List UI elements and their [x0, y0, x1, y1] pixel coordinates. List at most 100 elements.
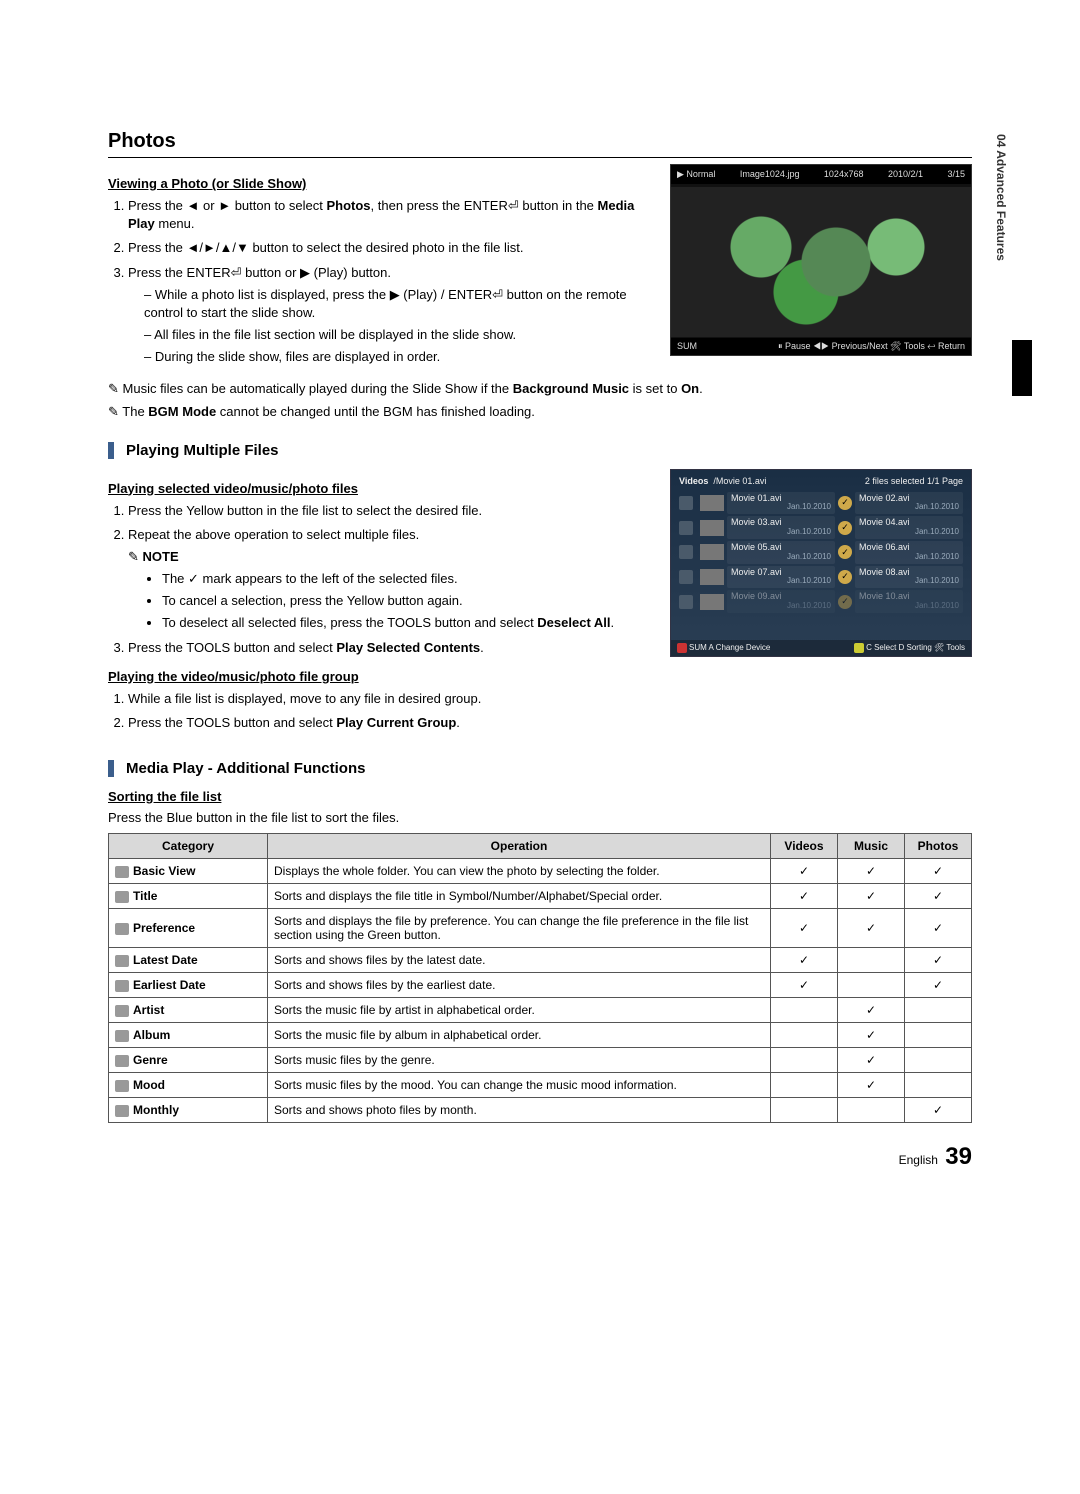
m-step-3: Press the TOOLS button and select Play S… — [128, 639, 650, 657]
list-item — [700, 594, 724, 610]
enter-icon: ⏎ — [231, 265, 242, 280]
table-row: Basic ViewDisplays the whole folder. You… — [109, 859, 972, 884]
ss2-foot-right: C Select D Sorting 🛠 Tools — [854, 643, 965, 653]
note-icon — [108, 404, 122, 419]
list-item: ✓ — [838, 570, 852, 584]
ss2-category: Videos — [679, 476, 708, 486]
step-3: Press the ENTER⏎ button or ▶ (Play) butt… — [128, 264, 650, 367]
steps-selected: Press the Yellow button in the file list… — [108, 502, 650, 657]
category-icon — [115, 891, 129, 903]
list-item: ✓ — [838, 545, 852, 559]
heading-multiple-files: Playing Multiple Files — [108, 442, 972, 459]
table-row: Latest DateSorts and shows files by the … — [109, 948, 972, 973]
list-item — [700, 544, 724, 560]
step-2: Press the ◄/►/▲/▼ button to select the d… — [128, 239, 650, 257]
list-item — [679, 570, 693, 584]
page-title: Photos — [108, 130, 972, 158]
table-row: AlbumSorts the music file by album in al… — [109, 1023, 972, 1048]
note-bullet-2: To cancel a selection, press the Yellow … — [162, 592, 650, 610]
table-row: MoodSorts music files by the mood. You c… — [109, 1073, 972, 1098]
note-icon — [108, 381, 123, 396]
sort-intro: Press the Blue button in the file list t… — [108, 810, 972, 825]
substep-2: All files in the file list section will … — [144, 326, 650, 344]
enter-icon: ⏎ — [508, 198, 519, 213]
g-step-2: Press the TOOLS button and select Play C… — [128, 714, 650, 732]
list-item: Movie 10.aviJan.10.2010 — [855, 590, 963, 613]
th-category: Category — [109, 834, 268, 859]
ss1-index: 3/15 — [947, 169, 965, 180]
table-row: TitleSorts and displays the file title i… — [109, 884, 972, 909]
list-item: Movie 04.aviJan.10.2010 — [855, 516, 963, 539]
heading-additional: Media Play - Additional Functions — [108, 760, 972, 777]
list-item — [700, 520, 724, 536]
play-icon: ▶ — [390, 287, 400, 302]
category-icon — [115, 1105, 129, 1117]
ss2-path: /Movie 01.avi — [713, 476, 766, 486]
list-item: Movie 03.aviJan.10.2010 — [727, 516, 835, 539]
list-item — [679, 496, 693, 510]
list-item: Movie 09.aviJan.10.2010 — [727, 590, 835, 613]
m-step-1: Press the Yellow button in the file list… — [128, 502, 650, 520]
sort-table: Category Operation Videos Music Photos B… — [108, 833, 972, 1123]
tip-bgm-auto: Music files can be automatically played … — [108, 379, 972, 399]
dpad-icon: ◄/►/▲/▼ — [187, 240, 249, 255]
note-bullet-1: The ✓ mark appears to the left of the se… — [162, 570, 650, 588]
ss1-res: 1024x768 — [824, 169, 864, 180]
list-item — [700, 495, 724, 511]
note-bullet-3: To deselect all selected files, press th… — [162, 614, 650, 632]
list-item: ✓ — [838, 496, 852, 510]
th-music: Music — [838, 834, 905, 859]
list-item: Movie 01.aviJan.10.2010 — [727, 492, 835, 515]
page-footer: English 39 — [108, 1143, 972, 1171]
category-icon — [115, 1080, 129, 1092]
substep-1: While a photo list is displayed, press t… — [144, 286, 650, 322]
filelist-screenshot: Videos /Movie 01.avi 2 files selected 1/… — [670, 469, 972, 657]
category-icon — [115, 866, 129, 878]
list-item: Movie 06.aviJan.10.2010 — [855, 541, 963, 564]
th-videos: Videos — [771, 834, 838, 859]
list-item — [679, 521, 693, 535]
list-item: Movie 08.aviJan.10.2010 — [855, 566, 963, 589]
subheading-group: Playing the video/music/photo file group — [108, 669, 650, 684]
list-item — [700, 569, 724, 585]
tip-bgm-mode: The BGM Mode cannot be changed until the… — [108, 402, 972, 422]
footer-lang: English — [899, 1153, 938, 1167]
enter-icon: ⏎ — [492, 287, 503, 302]
subheading-viewing: Viewing a Photo (or Slide Show) — [108, 176, 650, 191]
ss1-date: 2010/2/1 — [888, 169, 923, 180]
ss2-foot-left: SUM A Change Device — [677, 643, 770, 653]
table-row: ArtistSorts the music file by artist in … — [109, 998, 972, 1023]
step-1: Press the ◄ or ► button to select Photos… — [128, 197, 650, 233]
th-operation: Operation — [268, 834, 771, 859]
list-item — [679, 595, 693, 609]
play-icon: ▶ — [300, 265, 310, 280]
steps-viewing: Press the ◄ or ► button to select Photos… — [108, 197, 650, 367]
steps-group: While a file list is displayed, move to … — [108, 690, 650, 732]
category-icon — [115, 1055, 129, 1067]
right-arrow-icon: ► — [218, 198, 231, 213]
list-item — [679, 545, 693, 559]
check-icon: ✓ — [188, 571, 199, 586]
left-arrow-icon: ◄ — [187, 198, 200, 213]
category-icon — [115, 1005, 129, 1017]
subheading-sorting: Sorting the file list — [108, 789, 972, 804]
note-icon — [128, 549, 143, 564]
ss2-selection-info: 2 files selected 1/1 Page — [865, 476, 963, 486]
th-photos: Photos — [905, 834, 972, 859]
ss1-controls: ⏸ Pause ◀▶ Previous/Next 🛠 Tools ↩ Retur… — [778, 341, 965, 352]
page-content: Photos Viewing a Photo (or Slide Show) P… — [0, 0, 1080, 1231]
category-icon — [115, 1030, 129, 1042]
list-item: Movie 02.aviJan.10.2010 — [855, 492, 963, 515]
list-item: ✓ — [838, 595, 852, 609]
slideshow-screenshot: ▶ Normal Image1024.jpg 1024x768 2010/2/1… — [670, 164, 972, 356]
ss1-file: Image1024.jpg — [740, 169, 800, 180]
ss1-sum: SUM — [677, 341, 697, 352]
list-item: Movie 05.aviJan.10.2010 — [727, 541, 835, 564]
page-number: 39 — [945, 1143, 972, 1170]
ss1-mode: ▶ Normal — [677, 169, 715, 180]
category-icon — [115, 955, 129, 967]
m-step-2: Repeat the above operation to select mul… — [128, 526, 650, 633]
list-item: Movie 07.aviJan.10.2010 — [727, 566, 835, 589]
ss1-photo — [671, 187, 971, 337]
table-row: MonthlySorts and shows photo files by mo… — [109, 1098, 972, 1123]
